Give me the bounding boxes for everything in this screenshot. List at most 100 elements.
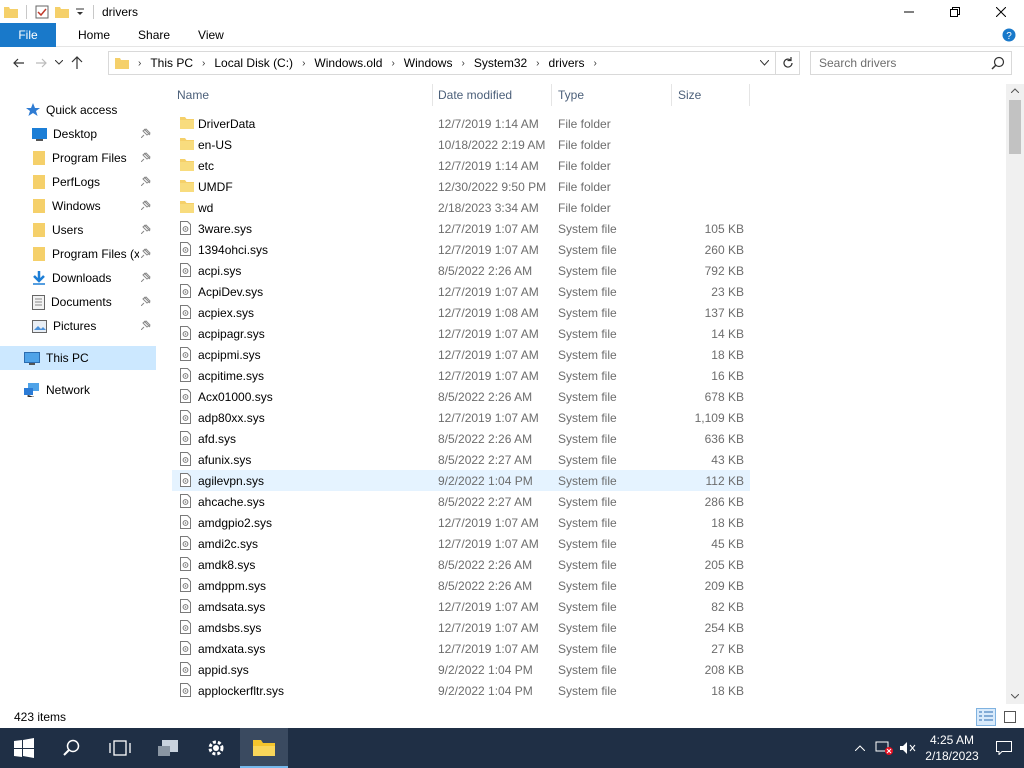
tab-file[interactable]: File: [0, 22, 56, 47]
properties-icon[interactable]: [35, 5, 49, 19]
nav-program-files-x86[interactable]: Program Files (x86): [0, 242, 156, 266]
tab-share[interactable]: Share: [124, 23, 184, 47]
pin-icon[interactable]: [141, 272, 151, 282]
chevron-right-icon[interactable]: ›: [388, 58, 397, 69]
file-row[interactable]: adp80xx.sys 12/7/2019 1:07 AM System file 1…: [172, 407, 750, 428]
search-input[interactable]: Search drivers: [810, 51, 1012, 75]
file-row[interactable]: AcpiDev.sys 12/7/2019 1:07 AM System file 2…: [172, 281, 750, 302]
chevron-right-icon[interactable]: ›: [135, 58, 144, 69]
refresh-button[interactable]: [775, 52, 799, 74]
large-icons-view-button[interactable]: [1000, 708, 1020, 726]
notifications-icon[interactable]: [984, 741, 1024, 755]
file-row[interactable]: acpitime.sys 12/7/2019 1:07 AM System file…: [172, 365, 750, 386]
file-row[interactable]: amdsata.sys 12/7/2019 1:07 AM System file 8…: [172, 596, 750, 617]
file-row[interactable]: agilevpn.sys 9/2/2022 1:04 PM System file 1…: [172, 470, 750, 491]
pin-icon[interactable]: [141, 224, 151, 234]
chevron-right-icon[interactable]: ›: [299, 58, 308, 69]
address-bar[interactable]: › This PC › Local Disk (C:) › Windows.old ›…: [108, 51, 800, 75]
nav-desktop[interactable]: Desktop: [0, 122, 156, 146]
pin-icon[interactable]: [141, 200, 151, 210]
nav-users[interactable]: Users: [0, 218, 156, 242]
file-row[interactable]: DriverData 12/7/2019 1:14 AM File folder: [172, 113, 750, 134]
file-row[interactable]: amdsbs.sys 12/7/2019 1:07 AM System file 25…: [172, 617, 750, 638]
nav-windows[interactable]: Windows: [0, 194, 156, 218]
back-button[interactable]: [8, 52, 30, 74]
task-view-button[interactable]: [96, 728, 144, 768]
file-row[interactable]: acpipmi.sys 12/7/2019 1:07 AM System file 1…: [172, 344, 750, 365]
file-row[interactable]: amdi2c.sys 12/7/2019 1:07 AM System file 45…: [172, 533, 750, 554]
pin-icon[interactable]: [141, 248, 151, 258]
file-row[interactable]: 3ware.sys 12/7/2019 1:07 AM System file 105…: [172, 218, 750, 239]
file-row[interactable]: acpi.sys 8/5/2022 2:26 AM System file 792 K…: [172, 260, 750, 281]
pin-icon[interactable]: [141, 296, 151, 306]
network-disconnected-icon[interactable]: [872, 741, 896, 755]
column-divider[interactable]: [432, 84, 433, 106]
start-button[interactable]: [0, 728, 48, 768]
file-row[interactable]: 1394ohci.sys 12/7/2019 1:07 AM System file…: [172, 239, 750, 260]
nav-downloads[interactable]: Downloads: [0, 266, 156, 290]
breadcrumb-drivers[interactable]: drivers: [543, 56, 591, 70]
app-taskbar-icon[interactable]: [144, 728, 192, 768]
breadcrumb-this-pc[interactable]: This PC: [144, 56, 199, 70]
nav-quick-access[interactable]: Quick access: [0, 98, 156, 122]
settings-taskbar-icon[interactable]: [192, 728, 240, 768]
chevron-right-icon[interactable]: ›: [591, 58, 600, 69]
maximize-button[interactable]: [932, 0, 978, 23]
details-view-button[interactable]: [976, 708, 996, 726]
pin-icon[interactable]: [141, 320, 151, 330]
file-row[interactable]: amdxata.sys 12/7/2019 1:07 AM System file 2…: [172, 638, 750, 659]
up-button[interactable]: [66, 52, 88, 74]
column-header-date[interactable]: Date modified: [438, 84, 512, 106]
volume-muted-icon[interactable]: [896, 741, 920, 755]
column-header-name[interactable]: Name: [177, 84, 209, 106]
new-folder-icon[interactable]: [55, 6, 69, 18]
nav-network[interactable]: Network: [0, 378, 156, 402]
file-row[interactable]: afunix.sys 8/5/2022 2:27 AM System file 43 …: [172, 449, 750, 470]
pin-icon[interactable]: [141, 176, 151, 186]
file-row[interactable]: amdgpio2.sys 12/7/2019 1:07 AM System file…: [172, 512, 750, 533]
breadcrumb-windows[interactable]: Windows: [398, 56, 459, 70]
file-row[interactable]: etc 12/7/2019 1:14 AM File folder: [172, 155, 750, 176]
file-row[interactable]: afd.sys 8/5/2022 2:26 AM System file 636 KB: [172, 428, 750, 449]
file-row[interactable]: UMDF 12/30/2022 9:50 PM File folder: [172, 176, 750, 197]
nav-program-files[interactable]: Program Files: [0, 146, 156, 170]
breadcrumb-windows-old[interactable]: Windows.old: [308, 56, 388, 70]
address-history-button[interactable]: [755, 52, 773, 74]
breadcrumb-system32[interactable]: System32: [468, 56, 533, 70]
nav-pictures[interactable]: Pictures: [0, 314, 156, 338]
scroll-down-icon[interactable]: [1011, 694, 1019, 699]
recent-locations-button[interactable]: [52, 52, 66, 74]
file-row[interactable]: acpiex.sys 12/7/2019 1:08 AM System file 13…: [172, 302, 750, 323]
column-divider[interactable]: [671, 84, 672, 106]
tab-view[interactable]: View: [184, 23, 238, 47]
tab-home[interactable]: Home: [64, 23, 124, 47]
scroll-up-icon[interactable]: [1011, 88, 1019, 93]
nav-perflogs[interactable]: PerfLogs: [0, 170, 156, 194]
column-divider[interactable]: [749, 84, 750, 106]
search-button[interactable]: [48, 728, 96, 768]
file-row[interactable]: applockerfltr.sys 9/2/2022 1:04 PM System …: [172, 680, 750, 701]
vertical-scrollbar[interactable]: [1006, 84, 1024, 704]
nav-this-pc[interactable]: This PC: [0, 346, 156, 370]
column-divider[interactable]: [551, 84, 552, 106]
minimize-button[interactable]: [886, 0, 932, 23]
file-row[interactable]: appid.sys 9/2/2022 1:04 PM System file 208 …: [172, 659, 750, 680]
pin-icon[interactable]: [141, 128, 151, 138]
nav-documents[interactable]: Documents: [0, 290, 156, 314]
file-row[interactable]: amdppm.sys 8/5/2022 2:26 AM System file 209…: [172, 575, 750, 596]
breadcrumb-local-disk[interactable]: Local Disk (C:): [208, 56, 299, 70]
file-row[interactable]: wd 2/18/2023 3:34 AM File folder: [172, 197, 750, 218]
scrollbar-thumb[interactable]: [1009, 100, 1021, 154]
file-row[interactable]: Acx01000.sys 8/5/2022 2:26 AM System file 6…: [172, 386, 750, 407]
chevron-right-icon[interactable]: ›: [199, 58, 208, 69]
file-row[interactable]: amdk8.sys 8/5/2022 2:26 AM System file 205 …: [172, 554, 750, 575]
chevron-right-icon[interactable]: ›: [458, 58, 467, 69]
file-row[interactable]: ahcache.sys 8/5/2022 2:27 AM System file 28…: [172, 491, 750, 512]
close-button[interactable]: [978, 0, 1024, 23]
chevron-right-icon[interactable]: ›: [533, 58, 542, 69]
file-row[interactable]: acpipagr.sys 12/7/2019 1:07 AM System file…: [172, 323, 750, 344]
forward-button[interactable]: [30, 52, 52, 74]
pin-icon[interactable]: [141, 152, 151, 162]
chevron-up-icon[interactable]: [848, 745, 872, 751]
customize-toolbar-icon[interactable]: [75, 7, 85, 17]
